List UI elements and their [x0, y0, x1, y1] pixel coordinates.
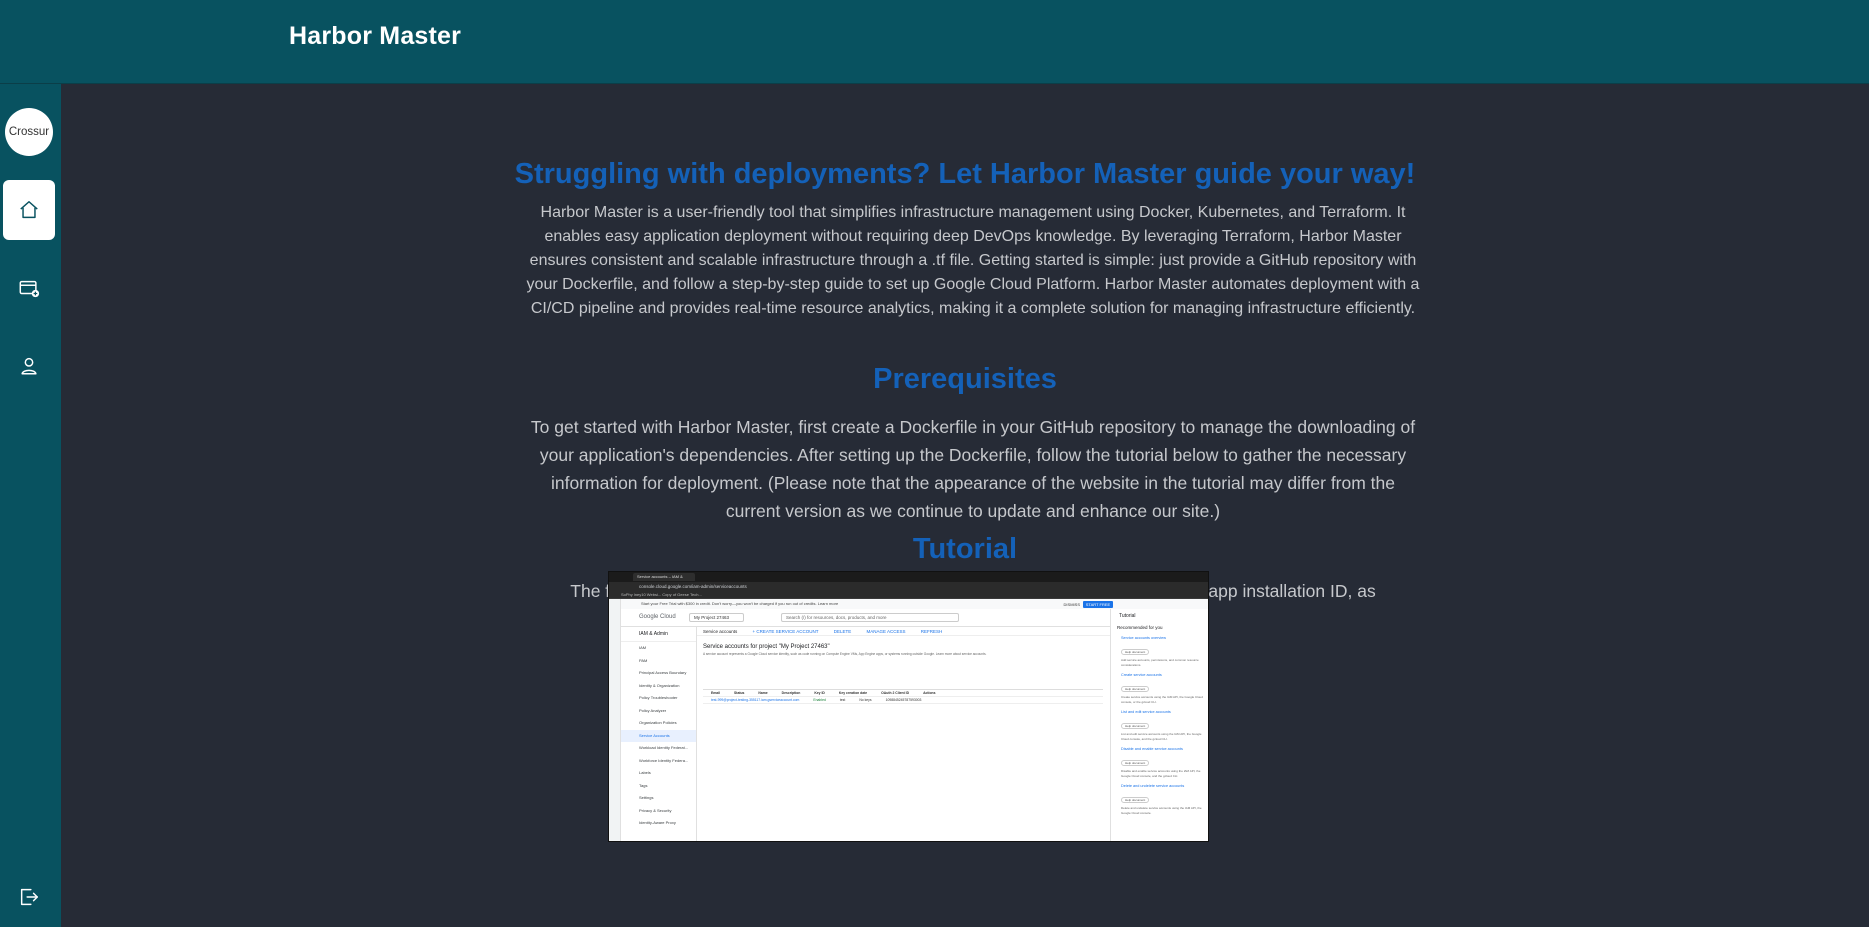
ts-toolbar-title: Service accounts: [703, 629, 738, 634]
ts-panel-item-title: List and edit service accounts: [1121, 710, 1171, 714]
ts-nav-item: Organization Policies: [639, 720, 677, 725]
ts-cell: 1098845245787593003: [885, 698, 922, 702]
ts-nav-item: Privacy & Security: [639, 807, 672, 813]
home-icon: [20, 201, 38, 219]
nav-home-button[interactable]: [3, 180, 55, 240]
ts-browser-tab: Service accounts – IAM &: [633, 573, 695, 581]
ts-panel-item-tag: Help document: [1121, 686, 1150, 692]
top-bar: Harbor Master: [0, 0, 1869, 84]
ts-console: Start your Free Trial with $300 in credi…: [609, 599, 1208, 841]
ts-url: console.cloud.google.com/iam-admin/servi…: [639, 584, 747, 589]
ts-toolbar-action: REFRESH: [920, 629, 943, 634]
ts-url-bar: console.cloud.google.com/iam-admin/servi…: [609, 582, 1208, 591]
ts-panel-item-desc: Add service accounts, permissions, and c…: [1121, 658, 1199, 667]
ts-nav-item: Policy Analyzer: [639, 707, 667, 713]
ts-panel-title: Tutorial: [1119, 613, 1136, 619]
ts-col-header: Status: [734, 691, 745, 695]
ts-panel-item-title: Create service accounts: [1121, 673, 1162, 677]
ts-nav-item: IAM: [639, 645, 647, 650]
ts-col-header: Description: [781, 691, 801, 695]
ts-bookmarks-bar: SoPhy lney10 Websi... Copy of Geese Tech…: [609, 591, 1208, 599]
ts-start-free-button: START FREE: [1083, 601, 1113, 608]
ts-toolbar: Service accounts + CREATE SERVICE ACCOUN…: [697, 627, 1110, 636]
logout-icon: [20, 888, 38, 906]
ts-col-header: Email: [711, 691, 721, 695]
intro-heading: Struggling with deployments? Let Harbor …: [514, 158, 1416, 190]
tutorial-heading: Tutorial: [912, 533, 1018, 565]
nav-profile-button[interactable]: [3, 336, 55, 396]
ts-main-pane: Service accounts + CREATE SERVICE ACCOUN…: [697, 627, 1110, 841]
app-title[interactable]: Harbor Master: [289, 22, 461, 51]
ts-panel-item-title: Delete and undelete service accounts: [1121, 784, 1185, 788]
ts-service-accounts-table: Email Status Name Description Key ID Key…: [703, 689, 1103, 704]
ts-table-header: Email Status Name Description Key ID Key…: [703, 690, 1103, 697]
ts-nav-item: Labels: [639, 770, 651, 775]
ts-nav-item: Identity-Aware Proxy: [639, 820, 676, 825]
ts-panel-subtitle: Recommended for you: [1117, 625, 1163, 630]
ts-panel-item-tag: Help document: [1121, 649, 1150, 655]
ts-panel-item-desc: List and edit service accounts using the…: [1121, 732, 1202, 741]
ts-panel-item: Service accounts overview Help document …: [1111, 634, 1208, 671]
ts-panel-item-tag: Help document: [1121, 760, 1150, 766]
ts-col-header: Key ID: [814, 691, 825, 695]
ts-cell: test: [839, 698, 846, 702]
ts-nav-item: Policy Troubleshooter: [639, 695, 678, 700]
ts-nav-item: Tags: [639, 782, 648, 788]
ts-nav-item: Identity & Organization: [639, 682, 680, 688]
ts-tutorial-panel: Tutorial Recommended for you Service acc…: [1110, 609, 1208, 841]
ts-col-header: Actions: [923, 691, 936, 695]
ts-panel-item: Delete and undelete service accounts Hel…: [1111, 782, 1208, 819]
ts-panel-item-tag: Help document: [1121, 797, 1150, 803]
ts-col-header: Key creation date: [838, 691, 868, 695]
new-deployment-icon: [19, 280, 40, 298]
ts-nav-item: Workload Identity Federat...: [639, 745, 689, 750]
ts-cell: No keys: [859, 698, 872, 702]
ts-panel-item-title: Disable and enable service accounts: [1121, 747, 1183, 751]
ts-nav-title: IAM & Admin: [621, 627, 696, 642]
ts-nav-item: Principal Access Boundary: [639, 670, 687, 675]
intro-paragraph: Harbor Master is a user-friendly tool th…: [526, 204, 1420, 317]
ts-toolbar-action: MANAGE ACCESS: [866, 629, 906, 634]
ts-panel-item-desc: Disable and enable service accounts usin…: [1121, 769, 1201, 778]
ts-panel-item-tag: Help document: [1121, 723, 1150, 729]
tutorial-screenshot: Service accounts – IAM & console.cloud.g…: [608, 571, 1209, 842]
sidebar: Crossur: [0, 84, 61, 927]
ts-nav-item-selected: Service Accounts: [621, 729, 696, 742]
ts-nav-item: PAM: [639, 657, 648, 663]
nav-logout-button[interactable]: [3, 877, 55, 917]
ts-dismiss-button: DISMISS: [1063, 602, 1080, 607]
ts-browser-tabbar: Service accounts – IAM &: [609, 572, 1208, 582]
ts-panel-item: Disable and enable service accounts Help…: [1111, 745, 1208, 782]
ts-table-row: test-999@project-testing-355117.iam.gser…: [703, 697, 1103, 704]
ts-console-header: Google Cloud My Project 27463 Search (/)…: [621, 609, 1110, 627]
ts-col-header: OAuth 2 Client ID: [881, 691, 910, 695]
avatar[interactable]: Crossur: [5, 108, 53, 156]
ts-search-box: Search (/) for resources, docs, products…: [781, 613, 959, 622]
nav-new-deployment-button[interactable]: [3, 258, 55, 318]
ts-left-rail: [609, 599, 621, 841]
ts-panel-item: List and edit service accounts Help docu…: [1111, 708, 1208, 745]
ts-trial-banner: Start your Free Trial with $300 in credi…: [621, 599, 1208, 609]
user-icon: [21, 357, 37, 375]
prerequisites-paragraph: To get started with Harbor Master, first…: [530, 417, 1416, 521]
ts-panel-item-title: Service accounts overview: [1121, 636, 1166, 640]
ts-nav-item: Settings: [639, 795, 654, 800]
ts-iam-nav: IAM & Admin IAM PAM Principal Access Bou…: [621, 627, 697, 841]
ts-cell: Enabled: [813, 698, 826, 702]
ts-fine-print: A service account represents a Google Cl…: [703, 652, 987, 656]
ts-toolbar-action: + CREATE SERVICE ACCOUNT: [752, 629, 819, 634]
ts-col-header: Name: [758, 691, 768, 695]
ts-toolbar-action: DELETE: [833, 629, 852, 634]
prerequisites-heading: Prerequisites: [873, 363, 1057, 395]
ts-cell: test-999@project-testing-355117.iam.gser…: [711, 698, 800, 702]
ts-panel-item-desc: Delete and undelete service accounts usi…: [1121, 806, 1202, 815]
ts-nav-item: Workforce Identity Federa...: [639, 757, 689, 763]
ts-main-heading: Service accounts for project "My Project…: [703, 644, 830, 650]
ts-panel-item-desc: Create service accounts using the IAM AP…: [1121, 695, 1203, 704]
ts-project-picker: My Project 27463: [689, 613, 744, 622]
ts-panel-item: Create service accounts Help document Cr…: [1111, 671, 1208, 708]
ts-brand: Google Cloud: [639, 614, 676, 620]
